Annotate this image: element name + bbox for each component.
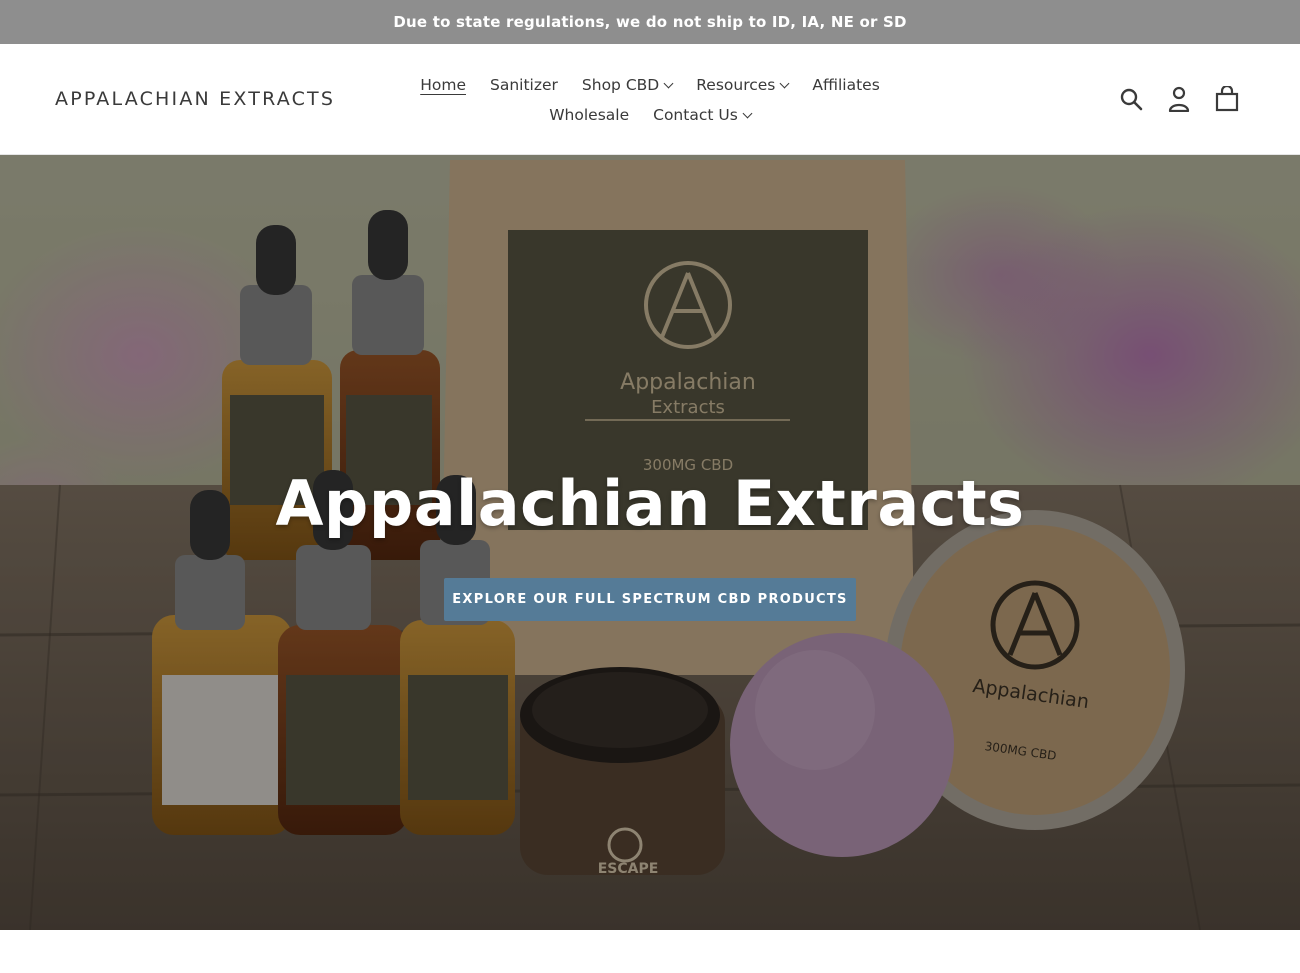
- announcement-text: Due to state regulations, we do not ship…: [393, 13, 907, 31]
- chevron-down-icon: [742, 108, 753, 118]
- nav-item-contact-us[interactable]: Contact Us: [641, 106, 763, 124]
- hero-banner: Appalachian Extracts 300MG CBD Appalachi…: [0, 155, 1300, 930]
- search-icon[interactable]: [1118, 86, 1144, 112]
- chevron-down-icon: [779, 78, 790, 88]
- chevron-down-icon: [663, 78, 674, 88]
- header-icons: [1118, 86, 1240, 112]
- nav-item-sanitizer[interactable]: Sanitizer: [478, 76, 570, 94]
- announcement-bar: Due to state regulations, we do not ship…: [0, 0, 1300, 44]
- hero-title: Appalachian Extracts: [275, 467, 1025, 540]
- hero-overlay: [0, 155, 1300, 930]
- explore-products-button[interactable]: EXPLORE OUR FULL SPECTRUM CBD PRODUCTS: [444, 578, 856, 621]
- nav-item-resources[interactable]: Resources: [684, 76, 800, 94]
- cart-icon[interactable]: [1214, 86, 1240, 112]
- nav-row-2: Wholesale Contact Us: [385, 100, 915, 130]
- site-logo[interactable]: APPALACHIAN EXTRACTS: [55, 88, 335, 110]
- nav-item-home[interactable]: Home: [408, 76, 478, 94]
- nav-item-affiliates[interactable]: Affiliates: [800, 76, 891, 94]
- account-icon[interactable]: [1166, 86, 1192, 112]
- nav-item-wholesale[interactable]: Wholesale: [537, 106, 641, 124]
- nav-item-shop-cbd[interactable]: Shop CBD: [570, 76, 684, 94]
- nav-row-1: Home Sanitizer Shop CBD Resources Affili…: [385, 70, 915, 100]
- main-nav: Home Sanitizer Shop CBD Resources Affili…: [385, 70, 915, 130]
- site-header: APPALACHIAN EXTRACTS Home Sanitizer Shop…: [0, 44, 1300, 155]
